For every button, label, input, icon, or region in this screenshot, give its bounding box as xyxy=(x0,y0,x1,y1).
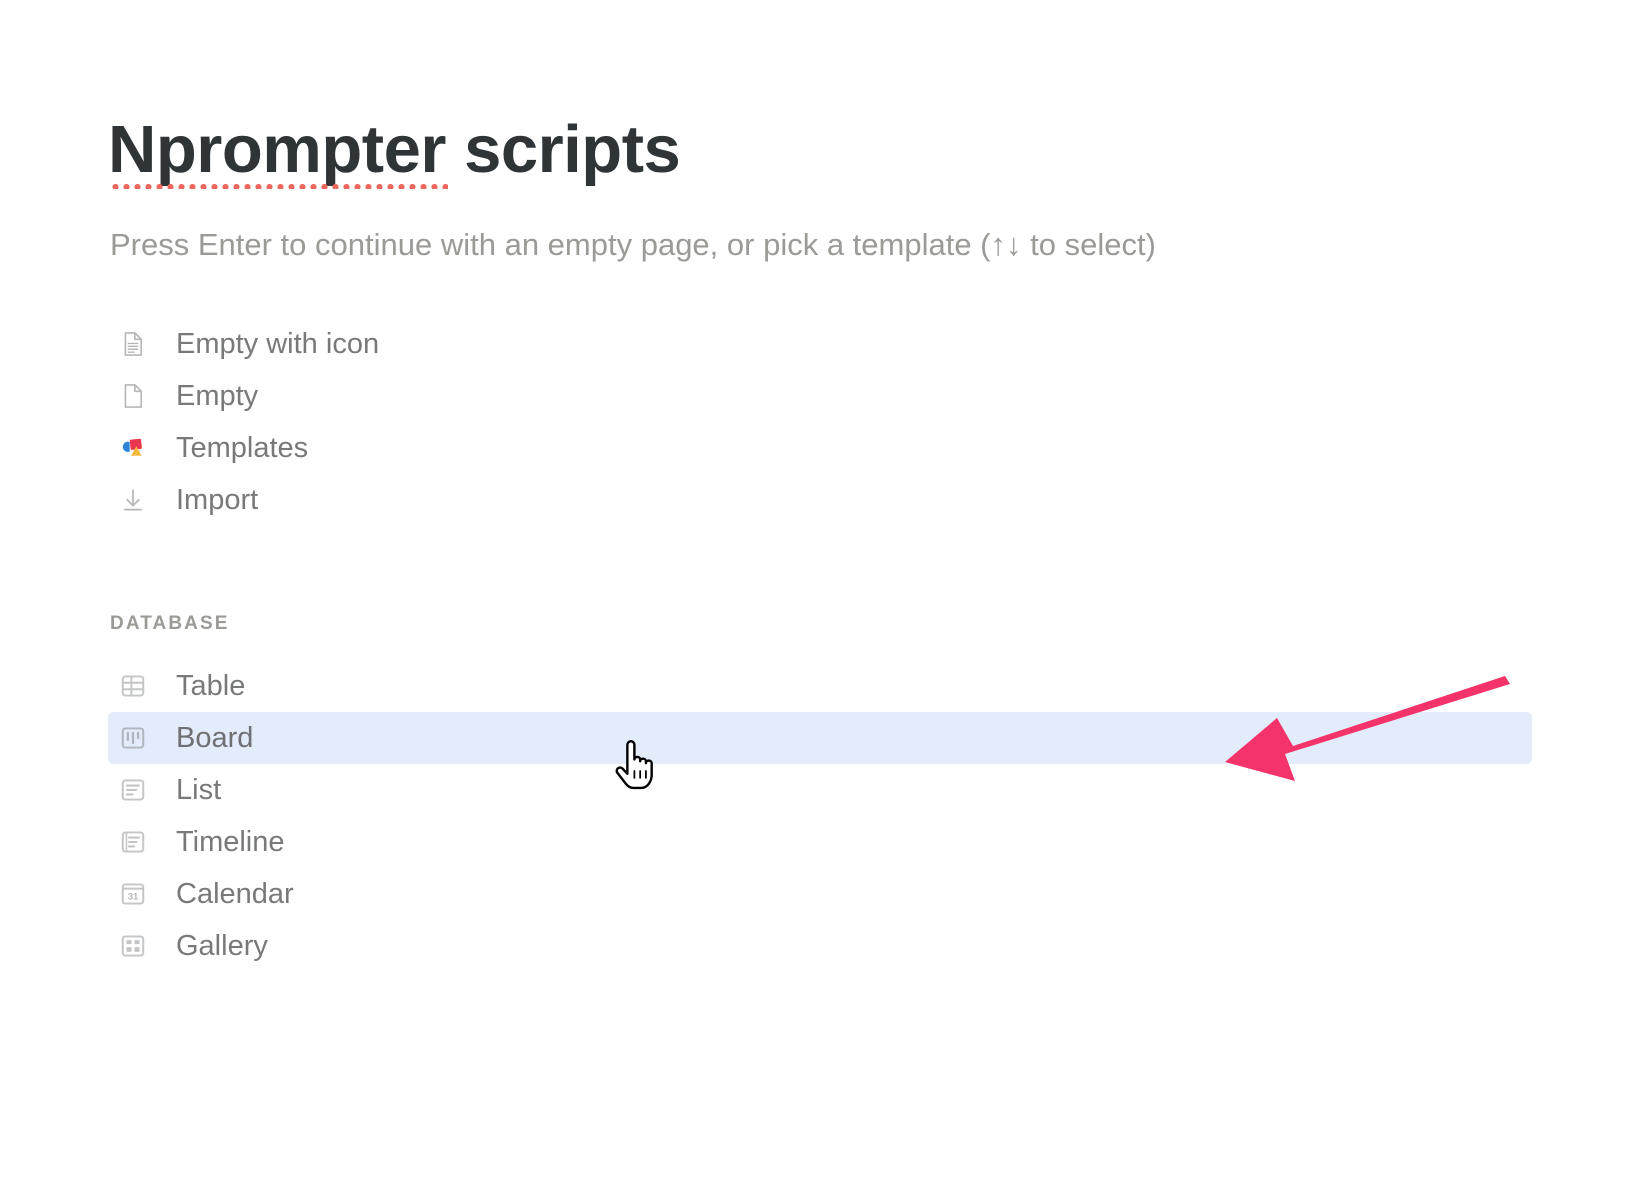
database-item-table[interactable]: Table xyxy=(108,660,1532,712)
list-lines-icon xyxy=(118,775,148,805)
document-lines-icon xyxy=(118,329,148,359)
database-item-timeline[interactable]: Timeline xyxy=(108,816,1532,868)
page-title-rest: scripts xyxy=(445,112,681,187)
templates-shapes-icon xyxy=(118,433,148,463)
board-kanban-icon xyxy=(118,723,148,753)
menu-item-templates[interactable]: Templates xyxy=(108,422,1532,474)
database-item-label: Calendar xyxy=(176,878,294,910)
database-item-label: Board xyxy=(176,722,254,754)
section-header-database: DATABASE xyxy=(110,613,230,634)
database-item-label: Timeline xyxy=(176,826,285,858)
calendar-31-icon: 31 xyxy=(118,879,148,909)
template-option-list: Empty with icon Empty Templates Import xyxy=(108,318,1532,526)
menu-item-label: Empty with icon xyxy=(176,328,380,360)
misspelled-word: Nprompter xyxy=(108,105,448,195)
menu-item-label: Empty xyxy=(176,380,259,412)
database-item-board[interactable]: Board xyxy=(108,712,1532,764)
menu-item-label: Import xyxy=(176,484,259,516)
menu-item-label: Templates xyxy=(176,432,309,464)
notion-new-page-template-picker: Nprompter scripts Press Enter to continu… xyxy=(0,0,1642,1186)
database-item-label: Gallery xyxy=(176,930,268,962)
gallery-cards-icon xyxy=(118,931,148,961)
menu-item-empty-with-icon[interactable]: Empty with icon xyxy=(108,318,1532,370)
svg-text:31: 31 xyxy=(128,891,139,902)
database-item-gallery[interactable]: Gallery xyxy=(108,920,1532,972)
page-title-wrap: Nprompter scripts xyxy=(108,105,1408,195)
table-grid-icon xyxy=(118,671,148,701)
page-title[interactable]: Nprompter scripts xyxy=(108,105,1408,195)
menu-item-import[interactable]: Import xyxy=(108,474,1532,526)
database-item-calendar[interactable]: 31 Calendar xyxy=(108,868,1532,920)
database-option-list: Table Board List Timeline 31 Calendar Ga… xyxy=(108,660,1532,972)
menu-item-empty[interactable]: Empty xyxy=(108,370,1532,422)
database-item-label: Table xyxy=(176,670,246,702)
document-blank-icon xyxy=(118,381,148,411)
template-hint-text: Press Enter to continue with an empty pa… xyxy=(110,227,1156,262)
database-item-list[interactable]: List xyxy=(108,764,1532,816)
database-item-label: List xyxy=(176,774,222,806)
import-download-arrow-icon xyxy=(118,485,148,515)
timeline-icon xyxy=(118,827,148,857)
